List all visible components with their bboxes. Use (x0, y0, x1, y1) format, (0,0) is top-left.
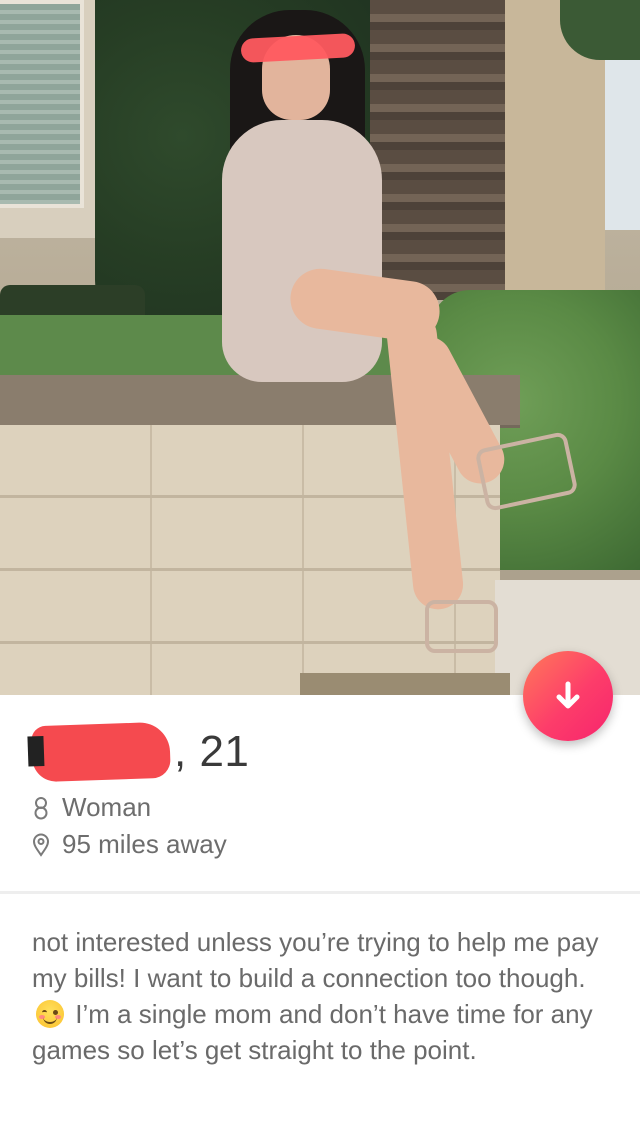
bio-text: not interested unless you’re trying to h… (32, 927, 599, 993)
background-stone-column (370, 0, 505, 300)
gender-line: Woman (32, 792, 151, 823)
step (300, 673, 510, 695)
name-redaction-mark (31, 721, 171, 783)
person-shoe (425, 600, 498, 653)
profile-photo[interactable] (0, 0, 640, 695)
person-dress (222, 120, 382, 382)
name-age-row: , 21 (31, 721, 250, 783)
collapse-profile-button[interactable] (523, 651, 613, 741)
profile-distance: 95 miles away (62, 829, 227, 859)
distance-line: 95 miles away (32, 829, 227, 860)
arrow-down-icon (556, 681, 580, 709)
profile-age: , 21 (174, 727, 250, 776)
section-divider (0, 891, 640, 894)
profile-bio: not interested unless you’re trying to h… (32, 924, 612, 1068)
bio-text: I’m a single mom and don’t have time for… (32, 999, 593, 1065)
location-pin-icon (32, 833, 50, 857)
blush-emoji-icon (36, 1000, 64, 1028)
profile-gender: Woman (62, 792, 152, 822)
person-icon (34, 796, 48, 819)
